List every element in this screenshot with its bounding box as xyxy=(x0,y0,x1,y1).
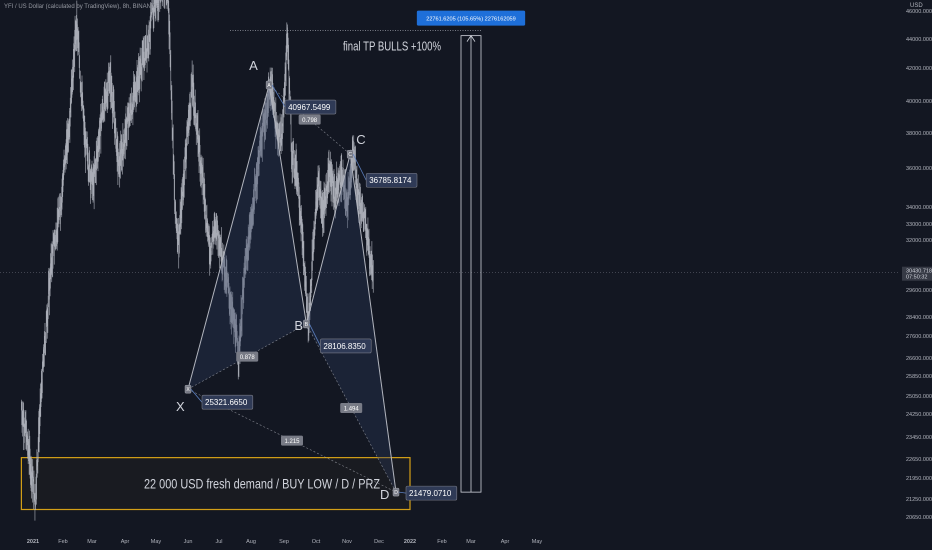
pattern-letter-b: B xyxy=(294,318,303,333)
current-price-tag[interactable]: 30430.718307:50:32 xyxy=(902,266,932,281)
x-tick-label: Apr xyxy=(121,539,130,545)
price-chart[interactable]: 0.878 0.798 1.494 1.215 X 25321.6650 A 40967.54… xyxy=(0,0,932,550)
x-tick-label: Nov xyxy=(342,539,352,545)
y-axis[interactable]: 20650.0000 21250.0000 21950.0000 22650.0000… xyxy=(902,9,932,521)
ratio-label-text: 1.494 xyxy=(344,407,360,413)
ratio-label-xb[interactable]: 0.878 xyxy=(236,351,259,362)
y-tick-label: 20650.0000 xyxy=(906,515,932,521)
pattern-point-b[interactable]: B xyxy=(303,319,310,329)
y-tick-label: 33000.0000 xyxy=(906,222,932,228)
y-tick-label: 25050.0000 xyxy=(906,394,932,400)
x-tick-label: Feb xyxy=(437,539,446,545)
price-label-x-text: 25321.6650 xyxy=(205,398,248,407)
y-tick-label: 23450.0000 xyxy=(906,435,932,441)
y-tick-label: 24250.0000 xyxy=(906,412,932,418)
price-label-b-text: 28106.8350 xyxy=(323,342,366,351)
ratio-label-bd[interactable]: 1.494 xyxy=(340,403,363,414)
y-tick-label: 32000.0000 xyxy=(906,238,932,244)
pattern-letter-c: C xyxy=(356,132,365,147)
x-tick-label: Feb xyxy=(58,539,67,545)
tp-annotation: final TP BULLS +100% xyxy=(343,39,441,54)
measure-label[interactable]: 22761.6205 (105.65%) 2276162059 xyxy=(416,10,526,26)
pattern-letter-x: X xyxy=(176,399,185,414)
x-tick-label: May xyxy=(532,539,543,545)
price-label-a-text: 40967.5499 xyxy=(288,103,331,112)
price-label-c-text: 36785.8174 xyxy=(369,176,412,185)
ratio-label-text: 0.798 xyxy=(302,118,318,124)
y-tick-label: 36000.0000 xyxy=(906,166,932,172)
x-tick-label: Aug xyxy=(246,539,256,545)
pattern-point-d[interactable]: D xyxy=(392,487,400,497)
x-tick-label: Dec xyxy=(374,539,384,545)
vertex-handle-letter-d: D xyxy=(394,490,398,496)
symbol-title: YFI / US Dollar (calculated by TradingVi… xyxy=(4,4,160,10)
y-tick-label: 38000.0000 xyxy=(906,131,932,137)
price-label-connector-x xyxy=(190,388,203,403)
pattern-point-a[interactable]: A xyxy=(265,80,273,90)
pattern-point-x[interactable]: X xyxy=(184,385,192,394)
pattern-letter-a: A xyxy=(249,58,258,73)
price-series xyxy=(21,0,374,521)
x-tick-label: Oct xyxy=(312,539,321,545)
currency-label: USD xyxy=(910,3,923,9)
price-label-d[interactable]: 21479.0710 xyxy=(405,485,458,501)
x-axis[interactable]: 2021 Feb Mar Apr May Jun Jul Aug Sep Oct Nov Dec 202… xyxy=(27,539,543,545)
pattern-point-c[interactable]: C xyxy=(347,150,354,159)
x-tick-label: 2021 xyxy=(27,539,39,545)
y-tick-label: 21250.0000 xyxy=(906,497,932,503)
ratio-label-text: 1.215 xyxy=(284,439,300,445)
price-label-d-text: 21479.0710 xyxy=(409,489,452,498)
x-tick-label: 2022 xyxy=(404,539,416,545)
measure-label-text: 22761.6205 (105.65%) 2276162059 xyxy=(426,17,516,23)
y-tick-label: 22650.0000 xyxy=(906,457,932,463)
y-tick-label: 29600.0000 xyxy=(906,288,932,294)
countdown-value: 07:50:32 xyxy=(906,275,927,281)
y-tick-label: 27600.0000 xyxy=(906,334,932,340)
y-tick-label: 44000.0000 xyxy=(906,37,932,43)
pattern-triangle-xab xyxy=(188,85,307,390)
x-tick-label: Sep xyxy=(279,539,289,545)
y-tick-label: 21950.0000 xyxy=(906,476,932,482)
y-tick-label: 40000.0000 xyxy=(906,99,932,105)
zone-annotation: 22 000 USD fresh demand / BUY LOW / D / … xyxy=(144,476,380,492)
y-tick-label: 42000.0000 xyxy=(906,66,932,72)
x-tick-label: Apr xyxy=(501,539,510,545)
x-tick-label: Mar xyxy=(87,539,97,545)
ratio-label-ac[interactable]: 0.798 xyxy=(298,114,321,125)
ratio-label-xd[interactable]: 1.215 xyxy=(281,435,303,446)
y-tick-label: 46000.0000 xyxy=(906,9,932,15)
x-tick-label: Jun xyxy=(184,539,193,545)
price-label-a[interactable]: 40967.5499 xyxy=(284,99,337,115)
price-label-x[interactable]: 25321.6650 xyxy=(201,394,254,410)
x-tick-label: Mar xyxy=(466,539,476,545)
price-label-c[interactable]: 36785.8174 xyxy=(365,172,418,188)
y-tick-label: 25850.0000 xyxy=(906,374,932,380)
y-tick-label: 34000.0000 xyxy=(906,205,932,211)
vertex-handle-letter-c: C xyxy=(348,152,352,158)
pattern-letter-d: D xyxy=(380,487,389,502)
ratio-label-text: 0.878 xyxy=(240,355,256,361)
harmonic-pattern[interactable]: 0.878 0.798 1.494 1.215 X 25321.6650 A 40967.54… xyxy=(184,80,458,501)
x-tick-label: Jul xyxy=(215,539,222,545)
y-tick-label: 26600.0000 xyxy=(906,356,932,362)
y-tick-label: 28400.0000 xyxy=(906,315,932,321)
x-tick-label: May xyxy=(151,539,162,545)
price-label-b[interactable]: 28106.8350 xyxy=(320,338,372,354)
